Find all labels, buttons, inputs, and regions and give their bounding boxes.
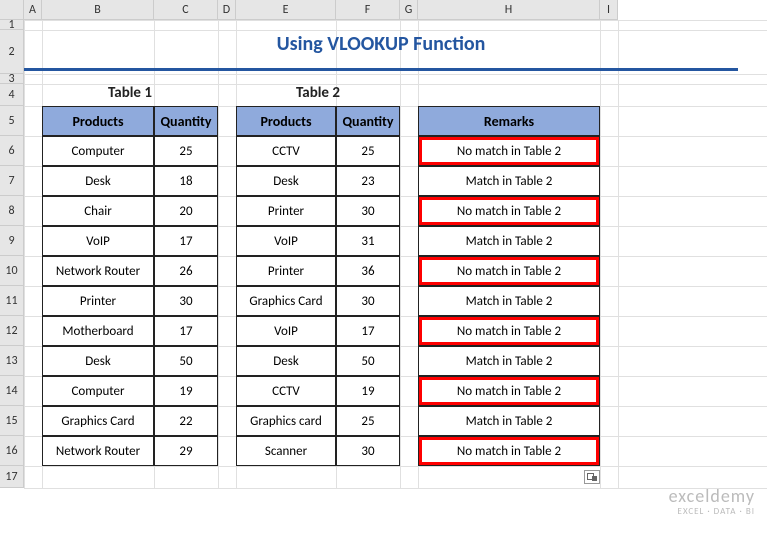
table1-product[interactable]: VoIP bbox=[42, 226, 154, 256]
select-all-corner[interactable] bbox=[0, 0, 24, 20]
table1-qty[interactable]: 29 bbox=[154, 436, 218, 466]
remarks-cell[interactable]: Match in Table 2 bbox=[418, 346, 600, 376]
remarks-cell[interactable]: No match in Table 2 bbox=[418, 436, 600, 466]
row-header-2[interactable]: 2 bbox=[0, 30, 24, 74]
table1-product[interactable]: Graphics Card bbox=[42, 406, 154, 436]
remarks-cell[interactable]: No match in Table 2 bbox=[418, 136, 600, 166]
table1-qty[interactable]: 30 bbox=[154, 286, 218, 316]
spreadsheet: ABCDEFGHI 1234567891011121314151617 Usin… bbox=[0, 0, 618, 20]
table1-qty[interactable]: 50 bbox=[154, 346, 218, 376]
title-underline bbox=[24, 68, 738, 71]
col-header-D[interactable]: D bbox=[218, 0, 236, 19]
table2-product[interactable]: Graphics Card bbox=[236, 286, 336, 316]
table2-qty[interactable]: 50 bbox=[336, 346, 400, 376]
table1-qty[interactable]: 22 bbox=[154, 406, 218, 436]
table1-product[interactable]: Network Router bbox=[42, 256, 154, 286]
col-header-H[interactable]: H bbox=[418, 0, 600, 19]
column-headers: ABCDEFGHI bbox=[0, 0, 618, 20]
table1-qty[interactable]: 18 bbox=[154, 166, 218, 196]
table2-product[interactable]: Desk bbox=[236, 346, 336, 376]
row-header-8[interactable]: 8 bbox=[0, 196, 24, 226]
table1-qty[interactable]: 20 bbox=[154, 196, 218, 226]
table1-product[interactable]: Motherboard bbox=[42, 316, 154, 346]
table2-product[interactable]: Printer bbox=[236, 196, 336, 226]
table2-qty[interactable]: 17 bbox=[336, 316, 400, 346]
remarks-header[interactable]: Remarks bbox=[418, 106, 600, 136]
table1-product[interactable]: Desk bbox=[42, 346, 154, 376]
table1-product[interactable]: Computer bbox=[42, 136, 154, 166]
row-headers: 1234567891011121314151617 bbox=[0, 20, 24, 488]
row-header-14[interactable]: 14 bbox=[0, 376, 24, 406]
table2-product[interactable]: Scanner bbox=[236, 436, 336, 466]
remarks-cell[interactable]: Match in Table 2 bbox=[418, 406, 600, 436]
row-header-9[interactable]: 9 bbox=[0, 226, 24, 256]
table1-product[interactable]: Printer bbox=[42, 286, 154, 316]
grid-area[interactable]: Using VLOOKUP Function Table 1 Table 2 Pro… bbox=[24, 20, 767, 537]
table2-header-products[interactable]: Products bbox=[236, 106, 336, 136]
remarks-cell[interactable]: Match in Table 2 bbox=[418, 286, 600, 316]
table2-product[interactable]: Graphics card bbox=[236, 406, 336, 436]
watermark: exceldemy EXCEL · DATA · BI bbox=[669, 487, 755, 517]
table2-product[interactable]: CCTV bbox=[236, 376, 336, 406]
remarks-cell[interactable]: No match in Table 2 bbox=[418, 376, 600, 406]
remarks-cell[interactable]: No match in Table 2 bbox=[418, 316, 600, 346]
table2-product[interactable]: VoIP bbox=[236, 316, 336, 346]
row-header-11[interactable]: 11 bbox=[0, 286, 24, 316]
table1-header-quantity[interactable]: Quantity bbox=[154, 106, 218, 136]
table1-title: Table 1 bbox=[42, 84, 218, 102]
row-header-1[interactable]: 1 bbox=[0, 20, 24, 30]
table1-header-products[interactable]: Products bbox=[42, 106, 154, 136]
row-header-5[interactable]: 5 bbox=[0, 106, 24, 136]
table2-qty[interactable]: 30 bbox=[336, 196, 400, 226]
table2-qty[interactable]: 36 bbox=[336, 256, 400, 286]
table2-product[interactable]: Printer bbox=[236, 256, 336, 286]
row-header-17[interactable]: 17 bbox=[0, 466, 24, 488]
row-header-6[interactable]: 6 bbox=[0, 136, 24, 166]
col-header-A[interactable]: A bbox=[24, 0, 42, 19]
row-header-7[interactable]: 7 bbox=[0, 166, 24, 196]
table2-qty[interactable]: 23 bbox=[336, 166, 400, 196]
table1-product[interactable]: Chair bbox=[42, 196, 154, 226]
page-title: Using VLOOKUP Function bbox=[24, 32, 738, 56]
table2-product[interactable]: CCTV bbox=[236, 136, 336, 166]
row-header-13[interactable]: 13 bbox=[0, 346, 24, 376]
remarks-cell[interactable]: No match in Table 2 bbox=[418, 196, 600, 226]
table1-product[interactable]: Network Router bbox=[42, 436, 154, 466]
remarks-cell[interactable]: Match in Table 2 bbox=[418, 226, 600, 256]
table2-header-quantity[interactable]: Quantity bbox=[336, 106, 400, 136]
row-header-15[interactable]: 15 bbox=[0, 406, 24, 436]
table1-product[interactable]: Computer bbox=[42, 376, 154, 406]
row-header-16[interactable]: 16 bbox=[0, 436, 24, 466]
table2-qty[interactable]: 25 bbox=[336, 406, 400, 436]
table1-qty[interactable]: 26 bbox=[154, 256, 218, 286]
table1-qty[interactable]: 19 bbox=[154, 376, 218, 406]
table1-qty[interactable]: 17 bbox=[154, 226, 218, 256]
table1-product[interactable]: Desk bbox=[42, 166, 154, 196]
table2-qty[interactable]: 30 bbox=[336, 286, 400, 316]
row-header-12[interactable]: 12 bbox=[0, 316, 24, 346]
row-header-4[interactable]: 4 bbox=[0, 84, 24, 106]
table1-qty[interactable]: 25 bbox=[154, 136, 218, 166]
table2-product[interactable]: Desk bbox=[236, 166, 336, 196]
table2-title: Table 2 bbox=[236, 84, 400, 102]
remarks-cell[interactable]: No match in Table 2 bbox=[418, 256, 600, 286]
autofill-options-icon[interactable] bbox=[584, 470, 600, 484]
col-header-G[interactable]: G bbox=[400, 0, 418, 19]
col-header-C[interactable]: C bbox=[154, 0, 218, 19]
row-header-3[interactable]: 3 bbox=[0, 74, 24, 84]
table2-qty[interactable]: 30 bbox=[336, 436, 400, 466]
col-header-I[interactable]: I bbox=[600, 0, 618, 19]
col-header-B[interactable]: B bbox=[42, 0, 154, 19]
table2-qty[interactable]: 25 bbox=[336, 136, 400, 166]
col-header-F[interactable]: F bbox=[336, 0, 400, 19]
row-header-10[interactable]: 10 bbox=[0, 256, 24, 286]
remarks-cell[interactable]: Match in Table 2 bbox=[418, 166, 600, 196]
table1-qty[interactable]: 17 bbox=[154, 316, 218, 346]
table2-qty[interactable]: 31 bbox=[336, 226, 400, 256]
table2-qty[interactable]: 19 bbox=[336, 376, 400, 406]
table2-product[interactable]: VoIP bbox=[236, 226, 336, 256]
col-header-E[interactable]: E bbox=[236, 0, 336, 19]
